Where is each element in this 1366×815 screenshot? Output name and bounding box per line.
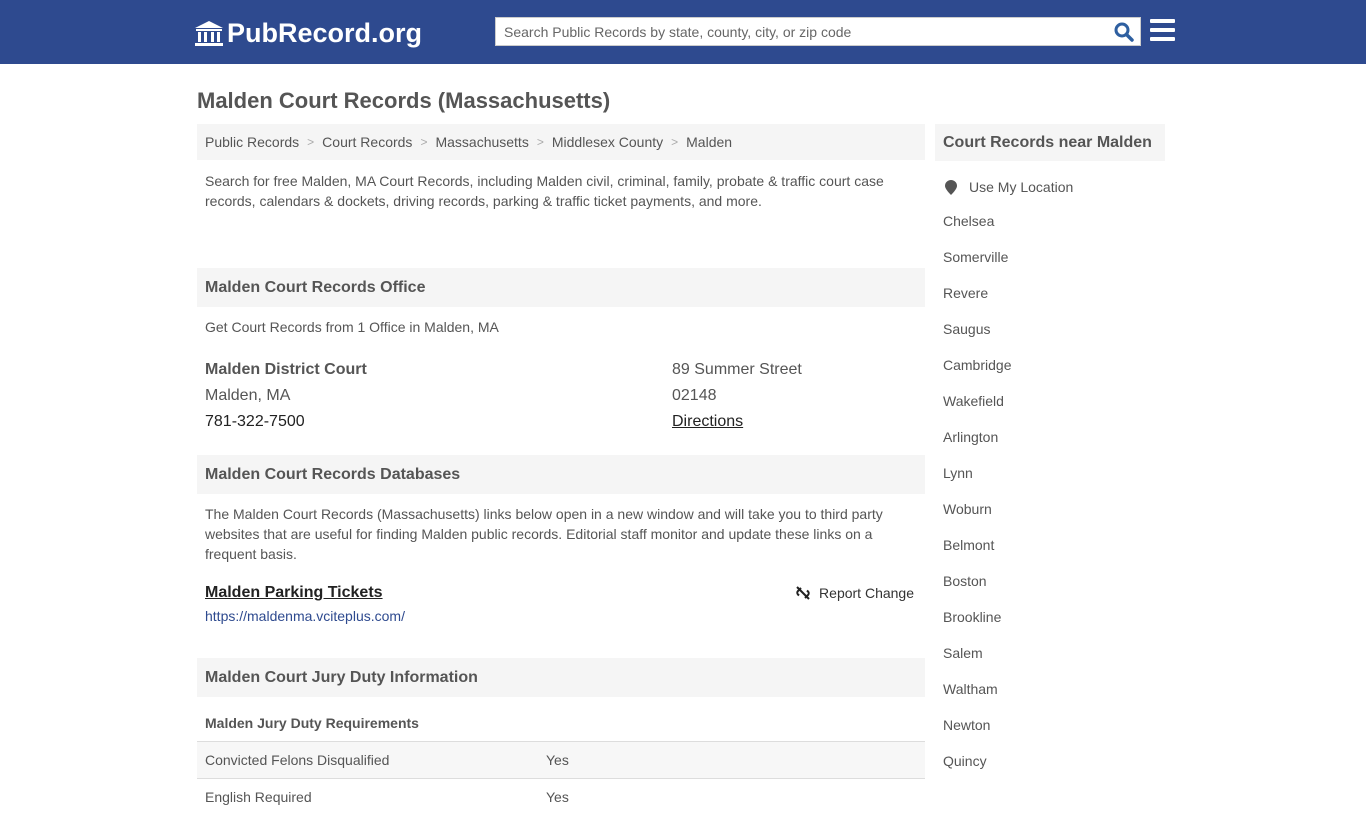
sidebar-item-woburn[interactable]: Woburn bbox=[943, 501, 992, 517]
office-street: 89 Summer Street bbox=[672, 361, 802, 378]
main-content: Public Records > Court Records > Massach… bbox=[197, 124, 925, 815]
table-row: English Required Yes bbox=[197, 778, 925, 815]
breadcrumb-malden[interactable]: Malden bbox=[686, 134, 732, 150]
sidebar-item-newton[interactable]: Newton bbox=[943, 717, 990, 733]
use-my-location-button[interactable]: Use My Location bbox=[935, 179, 1165, 195]
page-title: Malden Court Records (Massachusetts) bbox=[197, 88, 611, 113]
breadcrumb-public-records[interactable]: Public Records bbox=[205, 134, 299, 150]
jury-requirement-label: English Required bbox=[205, 789, 312, 805]
office-name: Malden District Court bbox=[205, 361, 367, 378]
office-section-heading: Malden Court Records Office bbox=[197, 268, 925, 307]
breadcrumb-separator: > bbox=[307, 135, 315, 149]
breadcrumb-separator: > bbox=[420, 135, 428, 149]
jury-section-heading: Malden Court Jury Duty Information bbox=[197, 658, 925, 697]
breadcrumb-massachusetts[interactable]: Massachusetts bbox=[435, 134, 528, 150]
sidebar-heading: Court Records near Malden bbox=[935, 124, 1165, 161]
directions-link[interactable]: Directions bbox=[672, 413, 743, 430]
sidebar-item-lynn[interactable]: Lynn bbox=[943, 465, 973, 481]
sidebar-item-boston[interactable]: Boston bbox=[943, 573, 987, 589]
use-my-location-label: Use My Location bbox=[969, 179, 1074, 195]
sidebar: Court Records near Malden Use My Locatio… bbox=[935, 124, 1165, 779]
office-city-state: Malden, MA bbox=[205, 387, 291, 404]
office-zip: 02148 bbox=[672, 387, 717, 404]
courthouse-icon bbox=[195, 20, 223, 46]
logo-text: PubRecord.org bbox=[227, 18, 423, 48]
sidebar-item-brookline[interactable]: Brookline bbox=[943, 609, 1001, 625]
site-logo[interactable]: PubRecord.org bbox=[195, 18, 422, 49]
jury-requirement-label: Convicted Felons Disqualified bbox=[205, 752, 390, 768]
nearby-cities-list: Chelsea Somerville Revere Saugus Cambrid… bbox=[935, 203, 1165, 779]
search-icon bbox=[1114, 22, 1134, 42]
jury-requirement-value: Yes bbox=[546, 752, 569, 768]
jury-subheading: Malden Jury Duty Requirements bbox=[205, 715, 419, 731]
search-button[interactable] bbox=[1108, 18, 1140, 45]
report-change-label: Report Change bbox=[819, 585, 914, 601]
sidebar-item-quincy[interactable]: Quincy bbox=[943, 753, 987, 769]
sidebar-item-salem[interactable]: Salem bbox=[943, 645, 983, 661]
sidebar-item-saugus[interactable]: Saugus bbox=[943, 321, 990, 337]
broken-link-icon bbox=[796, 586, 810, 600]
office-subtext: Get Court Records from 1 Office in Malde… bbox=[205, 319, 499, 335]
breadcrumb-separator: > bbox=[671, 135, 679, 149]
site-header: PubRecord.org bbox=[0, 0, 1366, 64]
sidebar-item-chelsea[interactable]: Chelsea bbox=[943, 213, 994, 229]
sidebar-item-cambridge[interactable]: Cambridge bbox=[943, 357, 1011, 373]
database-link-url[interactable]: https://maldenma.vciteplus.com/ bbox=[197, 608, 925, 624]
breadcrumb-separator: > bbox=[536, 135, 544, 149]
map-marker-icon bbox=[945, 179, 957, 195]
hamburger-menu-icon[interactable] bbox=[1150, 19, 1175, 41]
table-row: Convicted Felons Disqualified Yes bbox=[197, 741, 925, 778]
database-link-item: Malden Parking Tickets Report Change bbox=[197, 584, 925, 602]
sidebar-item-somerville[interactable]: Somerville bbox=[943, 249, 1008, 265]
sidebar-item-revere[interactable]: Revere bbox=[943, 285, 988, 301]
breadcrumb-middlesex-county[interactable]: Middlesex County bbox=[552, 134, 663, 150]
breadcrumb: Public Records > Court Records > Massach… bbox=[197, 124, 925, 160]
jury-requirement-value: Yes bbox=[546, 789, 569, 805]
intro-text: Search for free Malden, MA Court Records… bbox=[205, 173, 884, 209]
search-input[interactable] bbox=[496, 18, 1108, 45]
sidebar-item-arlington[interactable]: Arlington bbox=[943, 429, 998, 445]
databases-section-heading: Malden Court Records Databases bbox=[197, 455, 925, 494]
office-card: Malden District Court Malden, MA 781-322… bbox=[197, 357, 925, 435]
sidebar-item-wakefield[interactable]: Wakefield bbox=[943, 393, 1004, 409]
database-link-title[interactable]: Malden Parking Tickets bbox=[205, 584, 383, 602]
search-bar bbox=[495, 17, 1141, 46]
breadcrumb-court-records[interactable]: Court Records bbox=[322, 134, 412, 150]
report-change-button[interactable]: Report Change bbox=[795, 584, 914, 602]
sidebar-item-belmont[interactable]: Belmont bbox=[943, 537, 994, 553]
databases-text: The Malden Court Records (Massachusetts)… bbox=[205, 506, 883, 562]
sidebar-item-waltham[interactable]: Waltham bbox=[943, 681, 998, 697]
office-phone[interactable]: 781-322-7500 bbox=[205, 409, 672, 435]
